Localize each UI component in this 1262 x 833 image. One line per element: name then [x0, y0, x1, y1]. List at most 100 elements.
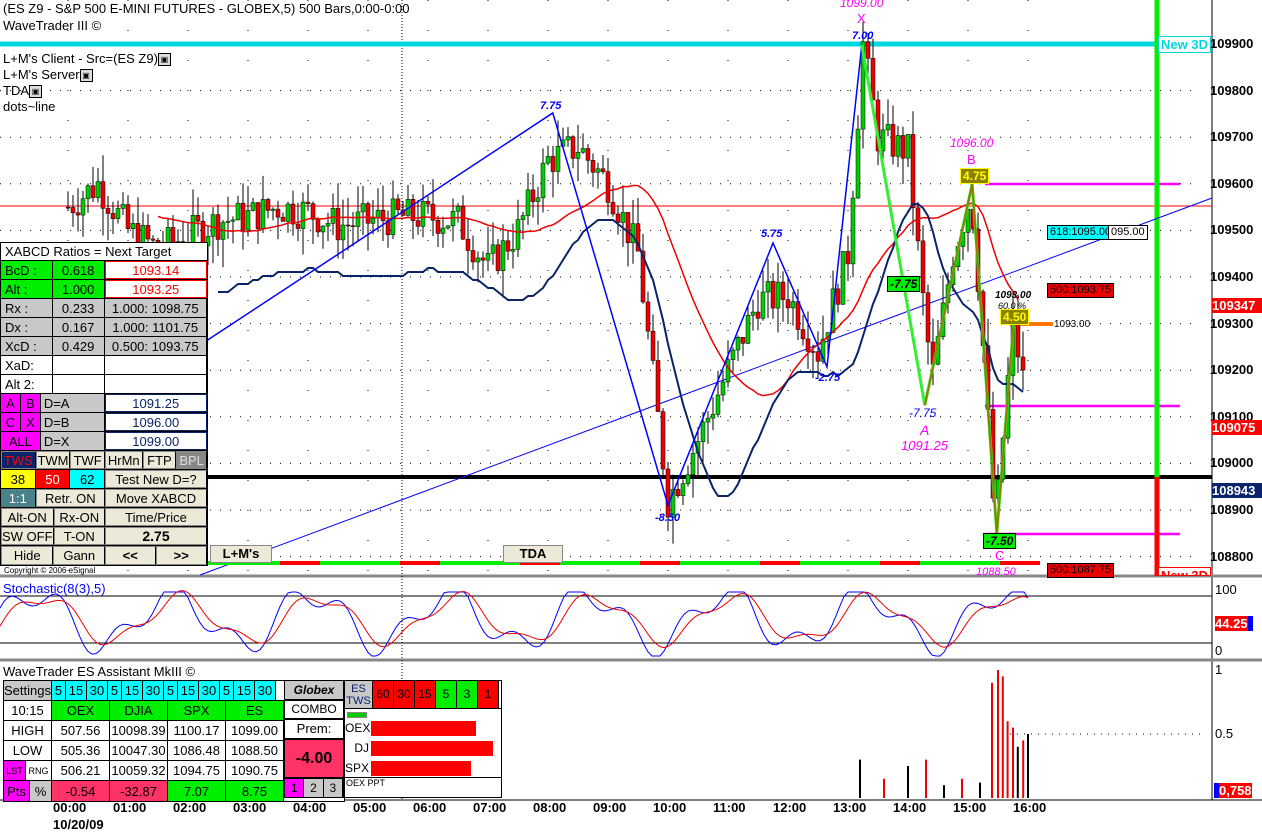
d-letter-button[interactable]: X — [20, 413, 41, 431]
tws-timeframe[interactable]: 15 — [415, 681, 436, 708]
timeframe-button[interactable]: 15 — [122, 681, 143, 700]
study-tda[interactable]: TDA ▣ — [3, 83, 42, 99]
timeframe-button[interactable]: 5 — [220, 681, 234, 700]
candle-body — [585, 148, 591, 161]
hrmn-button[interactable]: HrMn — [104, 451, 143, 469]
page-button[interactable]: 1 — [285, 779, 305, 797]
timeframe-button[interactable]: 5 — [164, 681, 178, 700]
tws-timeframe[interactable]: 30 — [394, 681, 415, 708]
d-letter-button[interactable]: A — [1, 394, 21, 412]
trend-strip-segment — [400, 561, 440, 565]
candle-body — [510, 249, 516, 252]
index-column-header: SPX — [168, 701, 226, 720]
lock-icon[interactable]: ▣ — [29, 85, 42, 99]
d-letter-button[interactable]: B — [20, 394, 41, 412]
d-swing-box: 4.50 — [1000, 309, 1030, 325]
lst-button[interactable]: LST — [4, 761, 26, 780]
candle-body — [95, 181, 101, 198]
candle-body — [750, 311, 756, 316]
timeframe-button[interactable]: 15 — [66, 681, 87, 700]
candle-body — [340, 224, 346, 241]
ratio-row: BcD :0.618 1093.14 — [1, 261, 208, 280]
timeframe-button[interactable]: 30 — [87, 681, 108, 700]
candle-body — [540, 162, 546, 199]
d-all-button[interactable]: ALL — [1, 432, 41, 450]
candle-body — [215, 214, 221, 240]
study-client[interactable]: L+M's Client - Src=(ES Z9) ▣ — [3, 51, 171, 67]
tws-timeframe[interactable]: 60 — [373, 681, 394, 708]
page-button[interactable]: 2 — [304, 779, 324, 797]
rng-button[interactable]: RNG — [26, 761, 52, 780]
tab-lm[interactable]: L+M's — [210, 545, 272, 563]
bpl-button[interactable]: BPL — [176, 451, 207, 469]
candle-body — [265, 199, 271, 211]
alt-on-button[interactable]: Alt-ON — [1, 508, 54, 526]
twm-button[interactable]: TWM — [35, 451, 71, 469]
tws-bar — [371, 760, 471, 776]
change-value: 7.07 — [168, 781, 226, 801]
t-on-button[interactable]: T-ON — [53, 527, 105, 545]
retr-on-button[interactable]: Retr. ON — [35, 489, 105, 507]
timeframe-button[interactable]: 30 — [199, 681, 220, 700]
panel-title: XABCD Ratios = Next Target — [5, 244, 172, 259]
page-button[interactable]: 3 — [323, 779, 343, 797]
stoch-d-line — [0, 590, 1029, 649]
candle-body — [305, 201, 311, 204]
tws-timeframe[interactable]: 5 — [436, 681, 457, 708]
index-column-header: DJIA — [110, 701, 168, 720]
d-letter-button[interactable]: C — [1, 413, 21, 431]
study-server[interactable]: L+M's Server ▣ — [3, 67, 93, 83]
candle-body — [890, 124, 896, 157]
prev-button[interactable]: << — [104, 546, 156, 565]
pct-button[interactable]: % — [30, 781, 52, 801]
timeframe-button[interactable]: 15 — [234, 681, 255, 700]
lock-icon[interactable]: ▣ — [79, 69, 93, 83]
tws-timeframe[interactable]: 1 — [478, 681, 499, 708]
tws-timeframe[interactable]: 3 — [457, 681, 478, 708]
candle-body — [320, 225, 326, 233]
candle-body — [700, 421, 706, 442]
b-swing-box: 4.75 — [960, 168, 990, 184]
tab-tda[interactable]: TDA — [503, 545, 563, 563]
candle-body — [780, 281, 786, 300]
ratio-1-1-button[interactable]: 1:1 — [1, 489, 36, 507]
candle-body — [210, 214, 216, 237]
candle-body — [365, 203, 371, 224]
fib-50-button[interactable]: 50 — [35, 470, 71, 488]
ftp-button[interactable]: FTP — [142, 451, 177, 469]
candle-body — [445, 225, 451, 229]
gann-button[interactable]: Gann — [53, 546, 105, 565]
sw-off-button[interactable]: SW OFF — [1, 527, 54, 545]
ab-swing-box: -7.75 — [887, 276, 921, 292]
candle-body — [150, 238, 156, 241]
d-target-row: A B D=A 1091.25 — [1, 394, 208, 413]
study-label: TDA — [3, 83, 29, 98]
hide-button[interactable]: Hide — [1, 546, 54, 565]
ratio-target: 1093.14 — [104, 261, 208, 279]
trend-strip-segment — [680, 561, 720, 565]
zigzag-label: 7.75 — [540, 100, 562, 112]
timeframe-button[interactable]: 15 — [178, 681, 199, 700]
next-button[interactable]: >> — [155, 546, 207, 565]
pts-button[interactable]: Pts — [4, 781, 30, 801]
lock-icon[interactable]: ▣ — [157, 53, 171, 67]
fib-38-button[interactable]: 38 — [1, 470, 36, 488]
test-new-d-button[interactable]: Test New D=? — [105, 470, 208, 488]
candle-body — [760, 291, 766, 319]
fib-62-button[interactable]: 62 — [70, 470, 106, 488]
tws-button[interactable]: TWS — [1, 451, 36, 469]
timeframe-button[interactable]: 5 — [108, 681, 122, 700]
timeframe-button[interactable]: 30 — [255, 681, 276, 700]
candle-body — [115, 208, 121, 219]
fib-500-low-label: 500:1087.75 — [1047, 563, 1115, 578]
candle-body — [915, 207, 921, 242]
settings-button[interactable]: Settings — [4, 681, 52, 700]
time-price-button[interactable]: Time/Price — [105, 508, 207, 526]
twf-button[interactable]: TWF — [70, 451, 105, 469]
timeframe-button[interactable]: 30 — [143, 681, 164, 700]
rx-on-button[interactable]: Rx-ON — [53, 508, 105, 526]
candle-body — [530, 189, 536, 202]
candle-body — [555, 146, 561, 172]
move-xabcd-button[interactable]: Move XABCD — [105, 489, 207, 507]
timeframe-button[interactable]: 5 — [52, 681, 66, 700]
